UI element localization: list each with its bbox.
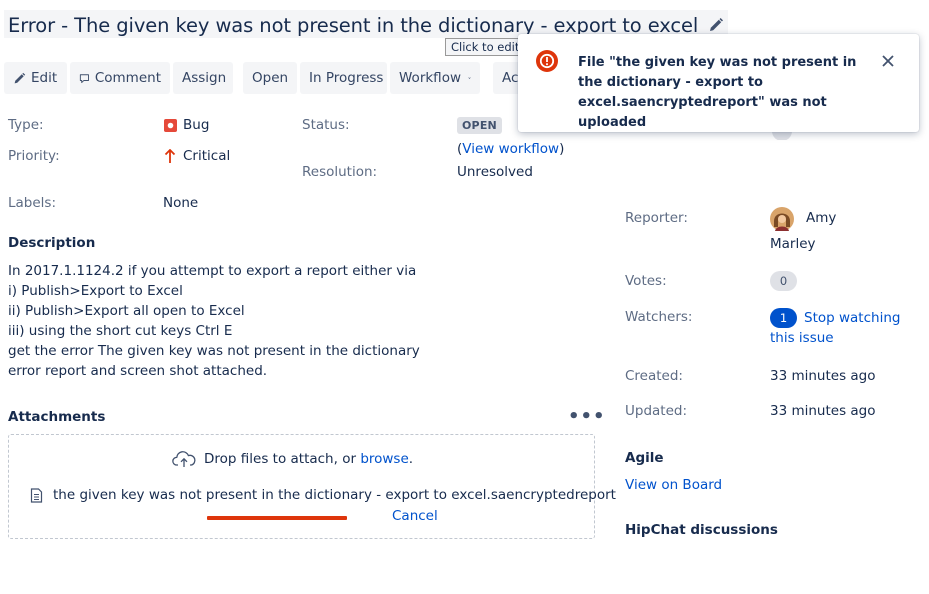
description-line: iii) using the short cut keys Ctrl E xyxy=(8,323,233,339)
description-line: i) Publish>Export to Excel xyxy=(8,283,183,299)
cloud-upload-icon xyxy=(172,451,196,467)
resolution-value: Unresolved xyxy=(457,164,533,180)
view-workflow: (View workflow) xyxy=(457,141,564,157)
edit-button[interactable]: Edit xyxy=(4,62,67,94)
created-value: 33 minutes ago xyxy=(770,368,876,384)
hipchat-heading: HipChat discussions xyxy=(625,522,778,538)
upload-progress-bar xyxy=(207,516,347,520)
status-badge: OPEN xyxy=(457,117,502,134)
status-label: Status: xyxy=(302,117,350,133)
edit-tooltip: Click to edit xyxy=(445,38,526,56)
type-label: Type: xyxy=(8,117,44,133)
stop-watching-link-continued[interactable]: this issue xyxy=(770,330,834,346)
priority-value: Critical xyxy=(164,148,230,164)
open-button-label: Open xyxy=(252,70,289,86)
chevron-down-icon xyxy=(468,77,471,79)
error-icon xyxy=(536,50,558,72)
comment-button-label: Comment xyxy=(94,70,161,86)
workflow-button-label: Workflow xyxy=(399,70,461,86)
type-value: Bug xyxy=(164,117,209,133)
flag-message: File "the given key was not present in t… xyxy=(578,55,857,130)
comment-icon xyxy=(79,73,89,83)
drop-text: Drop files to attach, or xyxy=(204,451,357,467)
description-heading: Description xyxy=(8,235,96,251)
uploading-file: the given key was not present in the dic… xyxy=(30,487,616,503)
assign-button[interactable]: Assign xyxy=(173,62,233,94)
more-options-button[interactable]: ••• xyxy=(568,406,606,427)
watchers-label: Watchers: xyxy=(625,309,693,325)
close-icon[interactable] xyxy=(880,53,896,69)
type-value-text: Bug xyxy=(183,117,210,133)
description-body[interactable]: In 2017.1.1124.2 if you attempt to expor… xyxy=(8,261,420,381)
cancel-upload-link[interactable]: Cancel xyxy=(392,508,438,524)
assign-button-label: Assign xyxy=(182,70,227,86)
updated-label: Updated: xyxy=(625,403,688,419)
bug-icon xyxy=(164,118,177,132)
agile-heading: Agile xyxy=(625,450,664,466)
created-label: Created: xyxy=(625,368,683,384)
attachments-heading: Attachments xyxy=(8,409,106,425)
priority-value-text: Critical xyxy=(183,148,231,164)
resolution-label: Resolution: xyxy=(302,164,378,180)
file-name: the given key was not present in the dic… xyxy=(53,487,616,503)
in-progress-button[interactable]: In Progress xyxy=(300,62,387,94)
workflow-button[interactable]: Workflow xyxy=(390,62,480,94)
updated-value: 33 minutes ago xyxy=(770,403,876,419)
labels-label: Labels: xyxy=(8,195,57,211)
reporter-last-name[interactable]: Marley xyxy=(770,236,816,252)
watchers-count-badge[interactable]: 1 xyxy=(770,308,797,328)
drop-instructions: Drop files to attach, or browse. xyxy=(172,450,413,468)
description-line: ii) Publish>Export all open to Excel xyxy=(8,303,245,319)
view-workflow-link[interactable]: View workflow xyxy=(462,141,559,157)
stop-watching-link[interactable]: Stop watching xyxy=(804,310,900,326)
description-line: get the error The given key was not pres… xyxy=(8,343,420,359)
browse-link[interactable]: browse xyxy=(360,451,408,467)
view-on-board-link[interactable]: View on Board xyxy=(625,477,722,493)
pencil-icon[interactable] xyxy=(708,17,724,33)
avatar[interactable] xyxy=(770,207,794,231)
in-progress-button-label: In Progress xyxy=(309,70,384,86)
pencil-icon xyxy=(14,72,26,83)
labels-value: None xyxy=(163,195,199,211)
document-icon xyxy=(30,487,43,503)
votes-label: Votes: xyxy=(625,273,667,289)
comment-button[interactable]: Comment xyxy=(70,62,170,94)
reporter-first-name[interactable]: Amy xyxy=(806,210,836,226)
upload-error-flag: File "the given key was not present in t… xyxy=(518,34,919,132)
drop-text-end: . xyxy=(408,451,414,467)
priority-label: Priority: xyxy=(8,148,60,164)
paren-close: ) xyxy=(559,141,565,157)
votes-count-badge[interactable]: 0 xyxy=(770,271,797,291)
arrow-up-icon xyxy=(164,148,176,163)
description-line: error report and screen shot attached. xyxy=(8,363,268,379)
open-button[interactable]: Open xyxy=(243,62,297,94)
description-line: In 2017.1.1124.2 if you attempt to expor… xyxy=(8,263,417,279)
admin-button-label: Ac xyxy=(502,70,519,86)
edit-button-label: Edit xyxy=(31,70,58,86)
reporter-label: Reporter: xyxy=(625,210,688,226)
